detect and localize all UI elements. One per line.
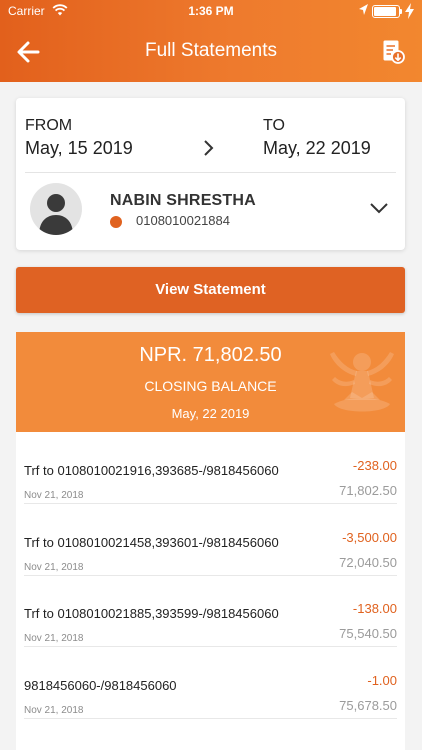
transaction-description: Trf to 0108010021916,393685-/9818456060 (24, 463, 279, 478)
account-holder-name: NABIN SHRESTHA (110, 192, 256, 209)
transaction-row[interactable]: 9818456060-/9818456060 Nov 21, 2018 -1.0… (16, 647, 405, 719)
closing-balance-date: May, 22 2019 (171, 406, 250, 421)
transaction-description: 9818456060-/9818456060 (24, 678, 177, 693)
transaction-date: Nov 21, 2018 (24, 705, 84, 716)
account-number: 0108010021884 (136, 213, 230, 228)
closing-balance-label: CLOSING BALANCE (144, 378, 277, 394)
divider (25, 172, 396, 173)
closing-balance-amount: NPR. 71,802.50 (139, 344, 282, 366)
transaction-amount: -138.00 (352, 601, 397, 616)
transaction-list: Trf to 0108010021916,393685-/9818456060 … (16, 432, 405, 750)
user-silhouette-icon (39, 194, 73, 235)
transaction-amount: -238.00 (352, 458, 397, 473)
row-divider (24, 718, 397, 719)
view-statement-button[interactable]: View Statement (16, 267, 405, 313)
app-header: Carrier 1:36 PM Full Statements (0, 0, 422, 82)
page-title: Full Statements (145, 40, 277, 61)
transaction-row[interactable]: Trf to 0108010021458,393601-/9818456060 … (16, 504, 405, 576)
transaction-amount: -3,500.00 (342, 530, 397, 545)
battery-icon (372, 5, 400, 18)
transaction-date: Nov 21, 2018 (24, 562, 84, 573)
transaction-amount: -1.00 (367, 673, 397, 688)
transaction-date: Nov 21, 2018 (24, 633, 84, 644)
account-status-dot (110, 216, 122, 228)
from-date-picker[interactable]: May, 15 2019 (25, 138, 133, 159)
download-statement-icon[interactable] (382, 39, 406, 65)
status-bar: Carrier 1:36 PM (0, 0, 422, 22)
chevron-down-icon[interactable] (368, 201, 390, 215)
transaction-running-balance: 71,802.50 (339, 483, 397, 498)
avatar (30, 183, 82, 235)
transaction-description: Trf to 0108010021885,393599-/9818456060 (24, 606, 279, 621)
transaction-running-balance: 72,040.50 (339, 555, 397, 570)
transaction-row[interactable]: Trf to 0108010021885,393599-/9818456060 … (16, 575, 405, 647)
from-label: FROM (25, 117, 73, 134)
charging-bolt-icon (405, 3, 414, 19)
transaction-date: Nov 21, 2018 (24, 490, 84, 501)
battery-tip (400, 9, 402, 14)
statement-filter-card: FROM May, 15 2019 TO May, 22 2019 NABIN … (16, 98, 405, 250)
closing-balance-panel: NPR. 71,802.50 CLOSING BALANCE May, 22 2… (16, 332, 405, 432)
location-arrow-icon (359, 4, 368, 15)
chevron-right-icon (204, 140, 214, 156)
transaction-running-balance: 75,540.50 (339, 626, 397, 641)
transaction-running-balance: 75,678.50 (339, 698, 397, 713)
to-label: TO (263, 117, 285, 134)
to-date-picker[interactable]: May, 22 2019 (263, 138, 371, 159)
transaction-row[interactable]: Trf to 0108010021916,393685-/9818456060 … (16, 432, 405, 504)
transaction-description: Trf to 0108010021458,393601-/9818456060 (24, 535, 279, 550)
